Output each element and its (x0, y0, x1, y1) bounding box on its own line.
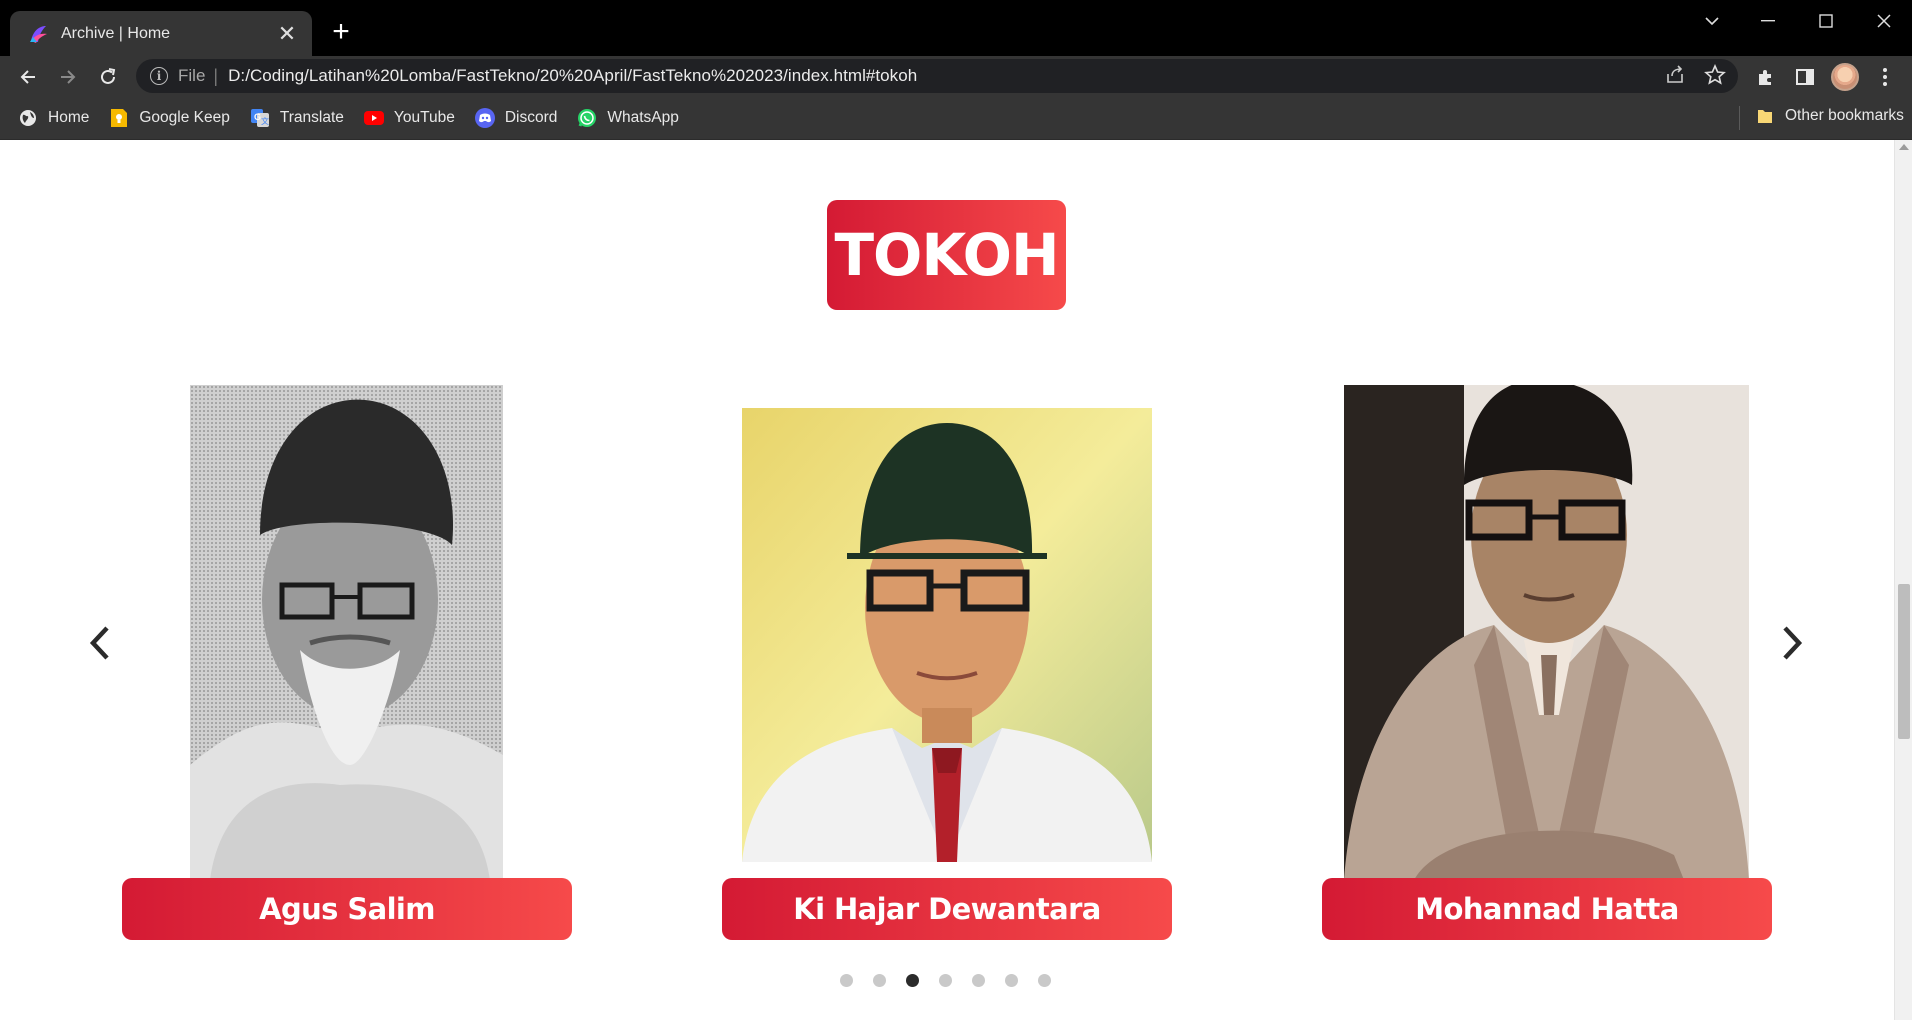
new-tab-icon[interactable]: + (326, 17, 356, 47)
bookmark-star-icon[interactable] (1704, 63, 1726, 91)
address-separator: | (213, 65, 219, 86)
page-scrollbar[interactable] (1894, 140, 1912, 1020)
scrollbar-thumb[interactable] (1898, 584, 1910, 739)
bookmark-youtube[interactable]: YouTube (363, 108, 455, 128)
carousel-dot[interactable] (840, 974, 853, 987)
carousel-dot[interactable] (873, 974, 886, 987)
carousel-dot[interactable] (939, 974, 952, 987)
globe-icon (18, 108, 38, 128)
whatsapp-icon (577, 108, 597, 128)
carousel-dot[interactable] (1038, 974, 1051, 987)
figure-photo-mohammad-hatta (1344, 385, 1749, 880)
discord-icon (474, 107, 495, 128)
bookmark-discord[interactable]: Discord (474, 107, 558, 128)
forward-arrow-icon[interactable] (53, 62, 83, 92)
bookmark-label: Google Keep (139, 108, 230, 126)
carousel-dot[interactable] (972, 974, 985, 987)
maximize-icon[interactable] (1806, 8, 1846, 34)
bookmark-label: Translate (279, 108, 344, 126)
svg-text:G: G (254, 112, 261, 122)
menu-kebab-icon[interactable] (1870, 62, 1900, 92)
translate-icon: G文 (250, 108, 270, 128)
bookmark-label: Home (48, 108, 90, 126)
folder-icon (1755, 106, 1775, 126)
figure-name: Agus Salim (259, 892, 435, 926)
profile-avatar[interactable] (1830, 62, 1860, 92)
figure-name: Mohannad Hatta (1415, 892, 1679, 926)
carousel-dot[interactable] (1005, 974, 1018, 987)
browser-toolbar: i File | D:/Coding/Latihan%20Lomba/FastT… (0, 56, 1912, 96)
other-bookmarks-label: Other bookmarks (1785, 107, 1904, 124)
reload-icon[interactable] (93, 62, 123, 92)
bookmark-label: Discord (504, 108, 558, 126)
url-text[interactable]: D:/Coding/Latihan%20Lomba/FastTekno/20%2… (228, 66, 917, 86)
figure-photo-agus-salim (190, 385, 503, 880)
section-title: TOKOH (834, 221, 1059, 289)
bookmarks-divider (1739, 106, 1740, 130)
carousel-prev-arrow-icon[interactable] (80, 618, 120, 668)
svg-text:文: 文 (261, 116, 269, 126)
site-info-icon[interactable]: i (150, 67, 168, 85)
carousel-dot[interactable] (906, 974, 919, 987)
bookmark-home[interactable]: Home (18, 108, 89, 128)
scroll-up-arrow-icon[interactable] (1899, 144, 1909, 150)
address-bar[interactable]: i File | D:/Coding/Latihan%20Lomba/FastT… (136, 59, 1738, 93)
window-titlebar: Archive | Home ✕ + (0, 0, 1912, 56)
carousel-pagination (840, 974, 1051, 987)
google-keep-icon (109, 108, 129, 128)
figure-name-button[interactable]: Mohannad Hatta (1322, 878, 1772, 940)
bookmark-google-keep[interactable]: Google Keep (109, 108, 230, 128)
figure-name: Ki Hajar Dewantara (793, 892, 1101, 926)
browser-tab[interactable]: Archive | Home ✕ (10, 11, 312, 56)
figure-photo-ki-hajar-dewantara (742, 408, 1152, 862)
page-viewport: TOKOH Agus Salim Ki Hajar Dewantara Moha… (0, 140, 1912, 1020)
site-favicon-icon (27, 23, 49, 45)
carousel-next-arrow-icon[interactable] (1772, 618, 1812, 668)
scheme-label: File (178, 66, 206, 85)
section-heading: TOKOH (827, 200, 1066, 310)
share-icon[interactable] (1664, 64, 1686, 91)
minimize-icon[interactable] (1748, 8, 1788, 34)
extensions-icon[interactable] (1750, 62, 1780, 92)
figure-name-button[interactable]: Agus Salim (122, 878, 572, 940)
tab-title: Archive | Home (61, 24, 171, 42)
other-bookmarks[interactable]: Other bookmarks (1755, 106, 1904, 126)
bookmark-label: WhatsApp (607, 108, 679, 126)
side-panel-icon[interactable] (1790, 62, 1820, 92)
bookmarks-bar: Home Google Keep G文 Translate YouTube Di… (0, 96, 1912, 140)
bookmark-translate[interactable]: G文 Translate (250, 108, 344, 128)
close-window-icon[interactable] (1864, 8, 1904, 34)
figure-name-button[interactable]: Ki Hajar Dewantara (722, 878, 1172, 940)
bookmark-whatsapp[interactable]: WhatsApp (577, 108, 679, 128)
back-arrow-icon[interactable] (13, 62, 43, 92)
tab-search-icon[interactable] (1692, 8, 1732, 34)
tab-close-icon[interactable]: ✕ (276, 22, 298, 45)
bookmark-label: YouTube (393, 108, 455, 126)
youtube-icon (363, 108, 384, 128)
